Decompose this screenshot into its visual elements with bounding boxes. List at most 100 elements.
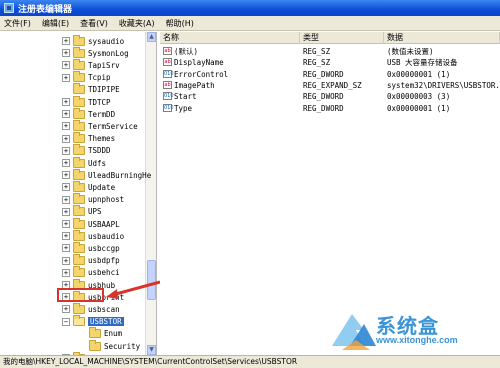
tree-item-usbaudio[interactable]: + usbaudio	[62, 229, 156, 242]
tree-item-label: USBSTOR	[88, 317, 124, 327]
expand-icon[interactable]: +	[62, 195, 70, 204]
tree-item-label: usbehci	[88, 268, 120, 278]
menu-edit[interactable]: 编辑(E)	[42, 18, 69, 29]
tree-item-usbscan[interactable]: + usbscan	[62, 302, 156, 315]
expand-icon[interactable]: +	[62, 207, 70, 216]
tree-item-themes[interactable]: + Themes	[62, 132, 156, 145]
folder-icon	[73, 95, 85, 107]
value-row[interactable]: ab DisplayName REG_SZ USB 大容量存储设备	[160, 57, 500, 68]
value-name-cell: 010Type	[163, 103, 300, 114]
tree-item-upnphost[interactable]: + upnphost	[62, 193, 156, 206]
value-name-cell: 010ErrorControl	[163, 69, 300, 80]
tree-item-usbccgp[interactable]: + usbccgp	[62, 241, 156, 254]
folder-icon	[73, 107, 85, 119]
tree-item-tapisrv[interactable]: + TapiSrv	[62, 58, 156, 71]
registry-editor-icon	[4, 3, 14, 13]
tree-item-label: TermService	[88, 121, 138, 131]
tree-item-enum[interactable]: Enum	[78, 327, 156, 340]
binary-value-icon: 010	[163, 92, 174, 101]
folder-icon	[73, 132, 85, 144]
value-row[interactable]: ab ImagePath REG_EXPAND_SZ system32\DRIVERS…	[160, 80, 500, 91]
list-header: 名称 类型 数据	[160, 32, 500, 44]
menu-help[interactable]: 帮助(H)	[166, 18, 194, 29]
value-data: (数值未设置)	[387, 47, 434, 56]
menu-favorites[interactable]: 收藏夹(A)	[119, 18, 155, 29]
tree-item-label: Enum	[104, 329, 123, 339]
tree-item-label: sysaudio	[88, 36, 125, 46]
folder-icon	[73, 58, 85, 70]
expand-icon[interactable]: +	[62, 61, 70, 70]
expand-icon[interactable]: +	[62, 146, 70, 155]
expand-icon[interactable]: +	[62, 305, 70, 314]
expand-icon[interactable]: +	[62, 159, 70, 167]
folder-icon	[73, 168, 85, 180]
tree-item-termdd[interactable]: + TermDD	[62, 107, 156, 120]
menu-bar: 文件(F) 编辑(E) 查看(V) 收藏夹(A) 帮助(H)	[0, 16, 500, 31]
menu-file[interactable]: 文件(F)	[4, 18, 31, 29]
value-type: REG_SZ	[303, 47, 331, 56]
usbstor-highlight-box	[57, 288, 104, 302]
folder-icon	[73, 193, 85, 205]
expand-icon[interactable]: +	[62, 110, 70, 119]
tree-item-security[interactable]: Security	[78, 339, 156, 352]
expand-icon[interactable]: +	[62, 256, 70, 265]
expand-icon[interactable]: +	[62, 49, 70, 58]
tree-item-update[interactable]: + Update	[62, 180, 156, 193]
expand-icon[interactable]: +	[62, 183, 70, 192]
tree-item-usbaapl[interactable]: + USBAAPL	[62, 217, 156, 230]
tree-item-label: usbaudio	[88, 231, 125, 241]
folder-icon	[73, 119, 85, 131]
tree-item-usbstor[interactable]: − USBSTOR	[62, 315, 156, 328]
tree-item-label: UleadBurningHe	[88, 170, 152, 180]
value-row[interactable]: ab (默认) REG_SZ (数值未设置)	[160, 46, 500, 57]
folder-icon	[73, 205, 85, 217]
expand-icon[interactable]: +	[62, 98, 70, 106]
expand-icon[interactable]: +	[62, 171, 70, 180]
tree-item-sysmonlog[interactable]: + SysmonLog	[62, 46, 156, 59]
expand-icon[interactable]: +	[62, 73, 70, 82]
tree-item-sysaudio[interactable]: + sysaudio	[62, 34, 156, 47]
tree-item-label: USBAAPL	[88, 219, 120, 229]
status-bar: 我的电脑\HKEY_LOCAL_MACHINE\SYSTEM\CurrentCo…	[0, 355, 500, 368]
expand-icon[interactable]: +	[62, 134, 70, 143]
watermark-url: www.xitonghe.com	[376, 335, 458, 345]
tree-item-tsddd[interactable]: + TSDDD	[62, 144, 156, 157]
tree-item-label: Themes	[88, 134, 116, 144]
tree-item-uleadburninghe[interactable]: + UleadBurningHe	[62, 168, 156, 181]
column-type-header[interactable]: 类型	[300, 32, 384, 44]
value-row[interactable]: 010Start REG_DWORD 0x00000003 (3)	[160, 91, 500, 102]
tree-item-ups[interactable]: + UPS	[62, 205, 156, 218]
tree-item-tcpip[interactable]: + Tcpip	[62, 71, 156, 84]
tree-item-tdipipe[interactable]: TDIPIPE	[62, 83, 156, 96]
tree-item-tdtcp[interactable]: + TDTCP	[62, 95, 156, 108]
collapse-icon[interactable]: −	[62, 317, 70, 326]
value-row[interactable]: 010ErrorControl REG_DWORD 0x00000001 (1)	[160, 69, 500, 80]
tree-item-usbehci[interactable]: + usbehci	[62, 266, 156, 279]
value-row[interactable]: 010Type REG_DWORD 0x00000001 (1)	[160, 103, 500, 114]
column-name-header[interactable]: 名称	[160, 32, 300, 44]
expand-icon[interactable]: +	[62, 244, 70, 253]
tree-item-label: TermDD	[88, 109, 116, 119]
folder-icon	[73, 83, 85, 95]
value-name-cell: ab DisplayName	[163, 57, 300, 68]
expand-icon[interactable]: +	[62, 220, 70, 228]
tree-item-udfs[interactable]: + Udfs	[62, 156, 156, 169]
registry-tree-pane[interactable]: ▲ ▼ + sysaudio + SysmonLog + TapiSrv + Tcpip TDI…	[0, 32, 157, 355]
menu-view[interactable]: 查看(V)	[80, 18, 108, 29]
expand-icon[interactable]: +	[62, 122, 70, 131]
expand-icon[interactable]: +	[62, 268, 70, 277]
value-data: 0x00000001 (1)	[387, 69, 451, 79]
value-name-cell: ab (默认)	[163, 46, 300, 57]
column-data-header[interactable]: 数据	[384, 32, 500, 44]
tree-item-usbdpfp[interactable]: + usbdpfp	[62, 254, 156, 267]
folder-icon	[73, 217, 85, 229]
expand-icon[interactable]: +	[62, 232, 70, 241]
binary-value-icon: 010	[163, 69, 174, 78]
expand-icon[interactable]: +	[62, 37, 70, 45]
tree-item-label: UPS	[88, 207, 102, 217]
tree-item-label: upnphost	[88, 195, 125, 205]
value-data: 0x00000001 (1)	[387, 103, 451, 113]
value-name-cell: ab ImagePath	[163, 80, 300, 91]
tree-item-termservice[interactable]: + TermService	[62, 119, 156, 132]
tree-item-label: Tcpip	[88, 73, 111, 83]
